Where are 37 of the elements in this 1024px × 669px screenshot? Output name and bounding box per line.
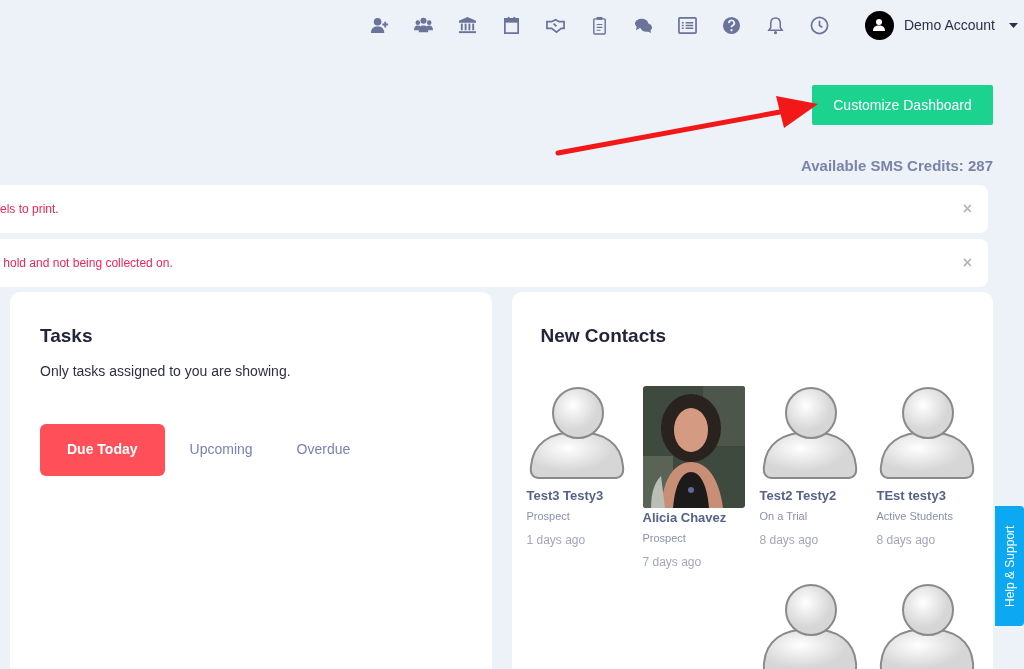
contact-name[interactable]: Test2 Testy2 <box>759 485 877 505</box>
list-icon[interactable] <box>677 15 697 35</box>
contact-status: Prospect <box>526 509 571 524</box>
account-avatar-icon <box>864 10 894 40</box>
tab[interactable]: Overdue <box>296 423 351 476</box>
contact-time: 1 days ago <box>526 531 587 549</box>
tab[interactable]: Upcoming <box>189 423 253 476</box>
contact-time: 8 days ago <box>876 531 937 549</box>
contact-time: 7 days ago <box>642 553 703 571</box>
alert-message: hold and not being collected on. <box>2 255 173 272</box>
tasks-note: Only tasks assigned to you are showing. <box>40 361 292 381</box>
people-icon[interactable] <box>413 15 433 35</box>
bank-icon[interactable] <box>457 15 477 35</box>
contact-name[interactable]: TEst testy3 <box>876 485 989 505</box>
contact-time: 8 days ago <box>759 531 820 549</box>
tab[interactable]: Due Today <box>40 423 165 476</box>
contact-status: On a Trial <box>759 509 809 524</box>
bell-icon[interactable] <box>765 15 785 35</box>
sms-credits: Available SMS Credits: 287 <box>799 157 994 175</box>
panel-title: Tasks <box>40 324 94 348</box>
contact-name[interactable]: Alicia Chavez <box>642 507 760 527</box>
panel-title: New Contacts <box>539 324 668 348</box>
close-button[interactable]: × <box>962 255 972 271</box>
caret-icon <box>1009 22 1018 28</box>
alert-message: els to print. <box>0 201 59 218</box>
help-support-tab[interactable]: Help & Support <box>995 506 1024 626</box>
clock-icon[interactable] <box>809 15 829 35</box>
contact-status: Prospect <box>642 531 687 546</box>
calendar-icon[interactable] <box>501 15 521 35</box>
account-name: Demo Account <box>903 15 995 35</box>
help-icon[interactable] <box>721 15 741 35</box>
contact-name[interactable]: Test3 Testy3 <box>526 485 643 505</box>
account-menu[interactable]: Demo Account <box>864 10 1018 40</box>
close-button[interactable]: × <box>962 201 972 217</box>
person-plus-icon[interactable] <box>369 15 389 35</box>
contact-status: Active Students <box>876 509 954 524</box>
customize-dashboard-button[interactable]: Customize Dashboard <box>812 85 993 125</box>
